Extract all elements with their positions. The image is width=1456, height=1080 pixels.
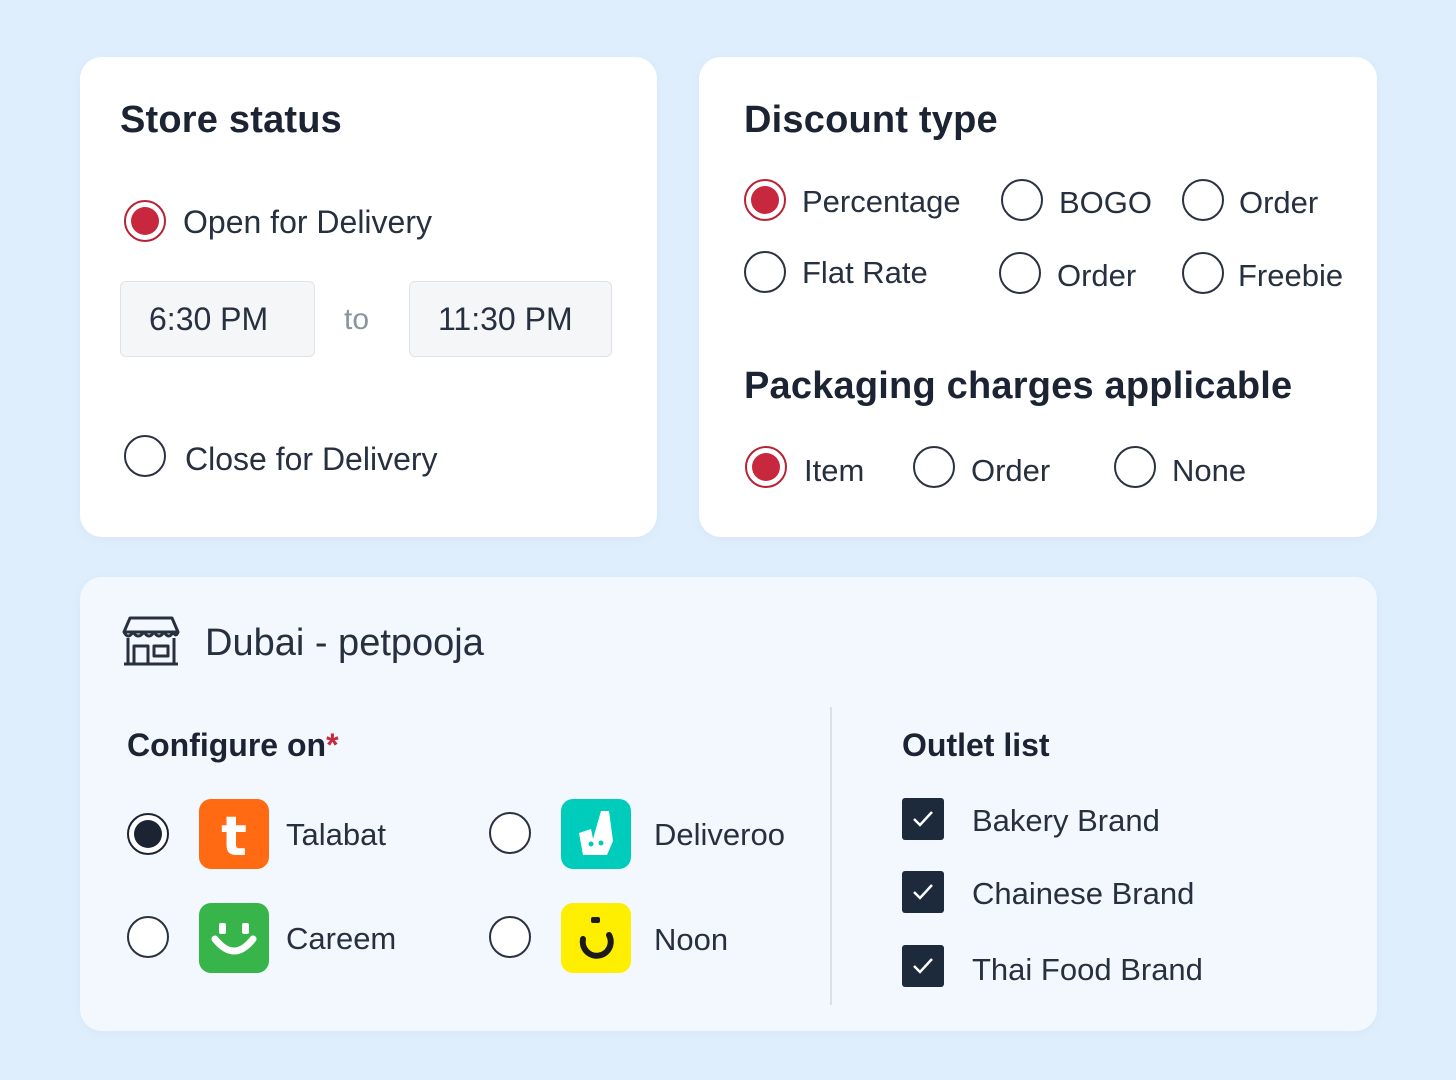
- section-divider: [830, 707, 832, 1005]
- packaging-item-label: Item: [804, 453, 865, 488]
- open-delivery-label: Open for Delivery: [183, 204, 432, 240]
- platform-noon-radio[interactable]: [489, 916, 531, 958]
- to-time-input[interactable]: 11:30 PM: [409, 281, 612, 357]
- talabat-logo: t: [199, 799, 269, 869]
- platform-deliveroo-label: Deliveroo: [654, 817, 785, 852]
- discount-flat-rate-radio[interactable]: [744, 251, 786, 293]
- platform-talabat-label: Talabat: [286, 817, 386, 852]
- discount-order-label: Order: [1239, 185, 1319, 220]
- close-delivery-radio[interactable]: [124, 435, 166, 477]
- outlet-chainese-checkbox[interactable]: [902, 871, 944, 913]
- packaging-order-radio[interactable]: [913, 446, 955, 488]
- open-delivery-radio[interactable]: [124, 200, 166, 242]
- store-status-card: Store status Open for Delivery 6:30 PM t…: [80, 57, 657, 537]
- platform-careem-radio[interactable]: [127, 916, 169, 958]
- outlet-bakery-label: Bakery Brand: [972, 803, 1160, 838]
- noon-logo: [561, 903, 631, 973]
- configure-on-title: Configure on*: [127, 727, 339, 763]
- discount-bogo-label: BOGO: [1059, 185, 1153, 220]
- discount-freebie-label: Freebie: [1238, 258, 1344, 293]
- outlet-bakery-checkbox[interactable]: [902, 798, 944, 840]
- platform-talabat-radio[interactable]: [127, 813, 169, 855]
- svg-text:t: t: [221, 805, 247, 868]
- outlet-name: Dubai - petpooja: [205, 622, 484, 664]
- store-status-title: Store status: [120, 99, 343, 141]
- required-mark: *: [326, 727, 339, 763]
- deliveroo-logo: [561, 799, 631, 869]
- outlet-list-title: Outlet list: [902, 727, 1050, 763]
- from-time-input[interactable]: 6:30 PM: [120, 281, 315, 357]
- platform-noon-label: Noon: [654, 922, 729, 957]
- store-icon: [122, 614, 180, 668]
- to-label: to: [344, 303, 370, 336]
- checkmark-icon: [913, 811, 933, 827]
- discount-card: Discount type Percentage BOGO Order Flat…: [699, 57, 1377, 537]
- careem-logo: [199, 903, 269, 973]
- outlet-thai-label: Thai Food Brand: [972, 952, 1203, 987]
- platform-careem-label: Careem: [286, 921, 397, 956]
- outlet-config-card: Dubai - petpooja Configure on* t Talabat…: [80, 577, 1377, 1031]
- packaging-none-label: None: [1172, 453, 1247, 488]
- discount-order-radio[interactable]: [1182, 179, 1224, 221]
- discount-flat-rate-label: Flat Rate: [802, 255, 928, 290]
- discount-type-title: Discount type: [744, 99, 998, 141]
- discount-bogo-radio[interactable]: [1001, 179, 1043, 221]
- discount-order-2-label: Order: [1057, 258, 1137, 293]
- checkmark-icon: [913, 884, 933, 900]
- packaging-none-radio[interactable]: [1114, 446, 1156, 488]
- outlet-thai-checkbox[interactable]: [902, 945, 944, 987]
- discount-freebie-radio[interactable]: [1182, 252, 1224, 294]
- close-delivery-label: Close for Delivery: [185, 441, 438, 477]
- discount-order-2-radio[interactable]: [999, 252, 1041, 294]
- platform-deliveroo-radio[interactable]: [489, 812, 531, 854]
- checkmark-icon: [913, 958, 933, 974]
- discount-percentage-label: Percentage: [802, 184, 961, 219]
- packaging-item-radio[interactable]: [745, 446, 787, 488]
- outlet-chainese-label: Chainese Brand: [972, 876, 1195, 911]
- discount-percentage-radio[interactable]: [744, 179, 786, 221]
- packaging-title: Packaging charges applicable: [744, 365, 1293, 407]
- packaging-order-label: Order: [971, 453, 1051, 488]
